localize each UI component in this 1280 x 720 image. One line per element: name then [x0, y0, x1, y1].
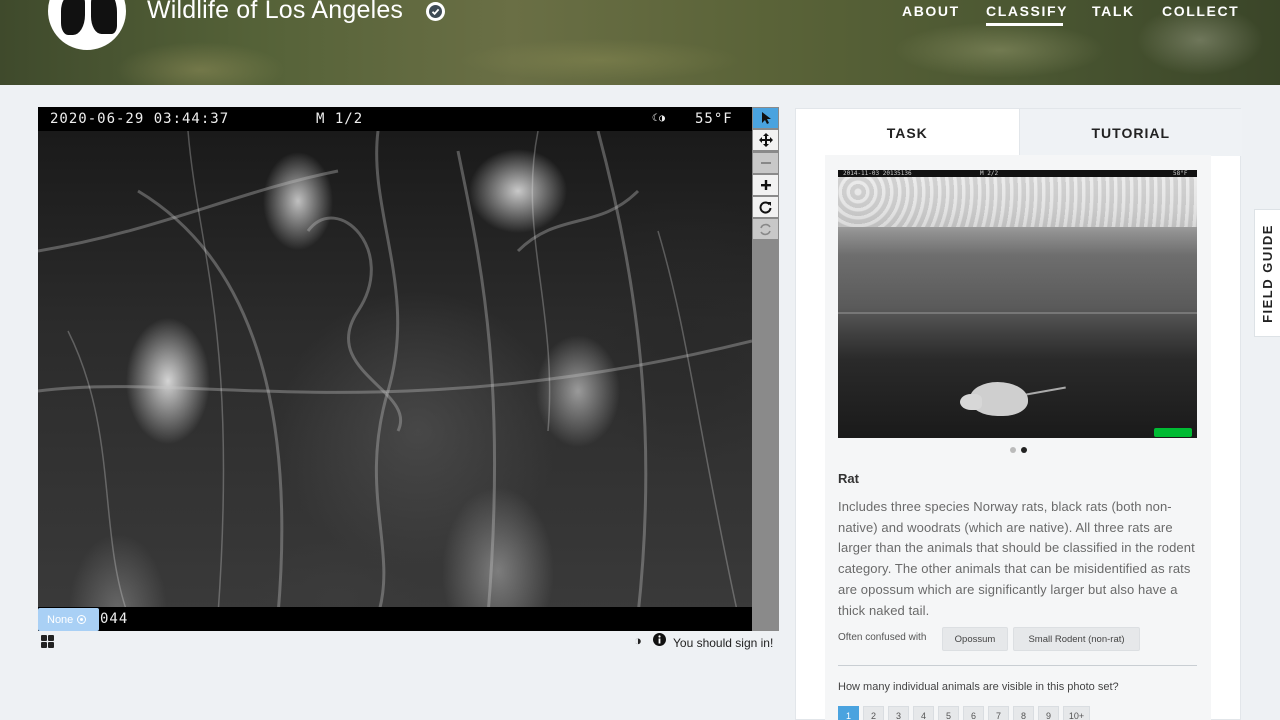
invert-contrast-icon[interactable]: ◑: [634, 633, 642, 648]
none-marker-badge[interactable]: None: [38, 608, 99, 631]
count-option-10-plus[interactable]: 10+: [1063, 706, 1090, 720]
sign-in-notice[interactable]: You should sign in!: [673, 636, 773, 650]
info-icon[interactable]: [653, 633, 666, 649]
nav-classify[interactable]: CLASSIFY: [986, 3, 1068, 19]
camera-footer-bar: 044: [38, 607, 752, 631]
viewer-toolbar: [752, 107, 779, 631]
nav-talk[interactable]: TALK: [1092, 3, 1135, 19]
marker-dot-icon: [77, 615, 87, 624]
count-option-2[interactable]: 2: [863, 706, 884, 720]
site-header: Wildlife of Los Angeles ABOUT CLASSIFY T…: [0, 0, 1280, 85]
count-option-8[interactable]: 8: [1013, 706, 1034, 720]
example-timestamp: 2014-11-03 20135136: [843, 170, 912, 177]
animal-description: Includes three species Norway rats, blac…: [838, 499, 1195, 618]
example-temp: 58°F: [1173, 170, 1188, 177]
nav-active-indicator: [986, 23, 1063, 26]
pointer-icon[interactable]: [753, 108, 778, 128]
count-options: 1 2 3 4 5 6 7 8 9 10+: [838, 706, 1090, 720]
nav-about[interactable]: ABOUT: [902, 3, 960, 19]
subject-image[interactable]: [38, 131, 752, 615]
count-option-5[interactable]: 5: [938, 706, 959, 720]
count-option-4[interactable]: 4: [913, 706, 934, 720]
nav-collect[interactable]: COLLECT: [1162, 3, 1239, 19]
count-option-6[interactable]: 6: [963, 706, 984, 720]
pan-icon[interactable]: [753, 130, 778, 150]
verified-badge-icon: [426, 2, 445, 21]
confused-with-label: Often confused with: [838, 632, 927, 643]
none-label: None: [47, 613, 74, 626]
camera-frame: M 1/2: [316, 111, 364, 127]
field-guide-label: FIELD GUIDE: [1260, 223, 1275, 323]
zoom-out-icon[interactable]: [753, 153, 778, 173]
camera-timestamp: 2020-06-29 03:44:37: [50, 111, 230, 127]
count-option-9[interactable]: 9: [1038, 706, 1059, 720]
confused-chip-opossum[interactable]: Opossum: [942, 627, 1008, 651]
panel-tabs: TASK TUTORIAL: [796, 109, 1242, 156]
zoom-in-icon[interactable]: [753, 175, 778, 195]
tab-tutorial[interactable]: TUTORIAL: [1018, 109, 1242, 156]
carousel-dots: [1010, 447, 1027, 453]
carousel-dot-1[interactable]: [1010, 447, 1016, 453]
reset-icon[interactable]: [753, 219, 778, 239]
camera-info-bar: 2020-06-29 03:44:37 M 1/2 ☾◑ 55°F: [38, 107, 752, 131]
carousel-dot-2[interactable]: [1021, 447, 1027, 453]
moon-phase-icon: ☾◑: [652, 113, 667, 124]
section-divider: [838, 665, 1197, 666]
count-option-7[interactable]: 7: [988, 706, 1009, 720]
grid-view-icon[interactable]: [41, 635, 54, 648]
example-frame: M 2/2: [980, 170, 999, 177]
field-guide-tab[interactable]: FIELD GUIDE: [1254, 209, 1280, 337]
rat-example-image[interactable]: 2014-11-03 20135136 M 2/2 58°F: [838, 170, 1197, 438]
subject-viewer[interactable]: 2020-06-29 03:44:37 M 1/2 ☾◑ 55°F 044: [38, 107, 752, 631]
camera-temperature: 55°F: [695, 111, 733, 127]
count-option-1[interactable]: 1: [838, 706, 859, 720]
confused-chip-small-rodent[interactable]: Small Rodent (non-rat): [1013, 627, 1140, 651]
camera-id: 044: [100, 611, 129, 627]
animal-name: Rat: [838, 471, 859, 486]
tab-task[interactable]: TASK: [796, 109, 1019, 156]
count-option-3[interactable]: 3: [888, 706, 909, 720]
project-title[interactable]: Wildlife of Los Angeles: [147, 0, 403, 25]
example-camera-bar: 2014-11-03 20135136 M 2/2 58°F: [838, 170, 1197, 177]
camera-brand-stamp: [1154, 428, 1192, 437]
rotate-icon[interactable]: [753, 197, 778, 217]
vegetation-overlay: [38, 131, 752, 615]
count-question: How many individual animals are visible …: [838, 681, 1119, 693]
